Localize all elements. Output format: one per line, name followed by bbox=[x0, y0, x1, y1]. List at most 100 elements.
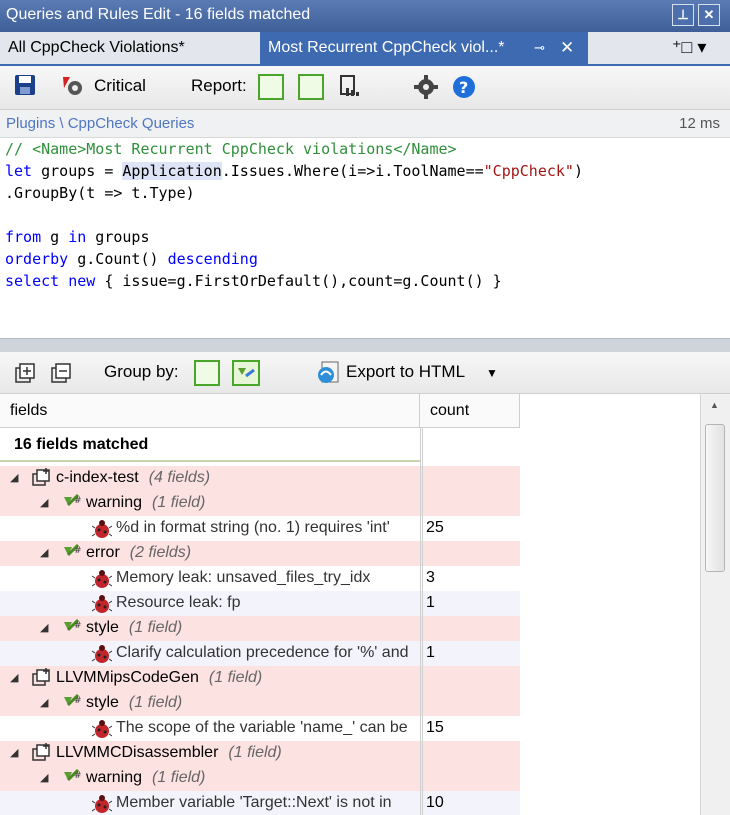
row-label: LLVMMCDisassembler (1 field) bbox=[56, 744, 282, 761]
tab-all-cppcheck-violations[interactable]: All CppCheck Violations* bbox=[0, 32, 258, 64]
tab-most-recurrent[interactable]: Most Recurrent CppCheck viol...* ⊸ ✕ bbox=[260, 32, 588, 64]
save-icon[interactable] bbox=[14, 74, 36, 101]
code-line: // <Name>Most Recurrent CppCheck violati… bbox=[5, 140, 457, 158]
code-line: orderby g.Count() descending bbox=[5, 250, 258, 268]
row-label: LLVMMipsCodeGen (1 field) bbox=[56, 669, 263, 686]
svg-text:#: # bbox=[74, 546, 82, 556]
chevron-down-icon[interactable]: ▼ bbox=[486, 366, 498, 380]
expander-icon[interactable]: ◢ bbox=[10, 471, 18, 484]
breadcrumb[interactable]: Plugins \ CppCheck Queries bbox=[6, 115, 194, 132]
group-by-icon[interactable] bbox=[232, 360, 260, 391]
report-icon[interactable] bbox=[258, 74, 284, 100]
expand-all-icon[interactable] bbox=[14, 362, 36, 389]
issue-row[interactable]: %d in format string (no. 1) requires 'in… bbox=[0, 516, 520, 541]
type-group-row[interactable]: ◢ # warning (1 field) bbox=[0, 491, 520, 516]
row-count: 1 bbox=[426, 594, 435, 611]
project-group-row[interactable]: ◢ LLVMMipsCodeGen (1 field) bbox=[0, 666, 520, 691]
expander-icon[interactable]: ◢ bbox=[40, 696, 48, 709]
matched-summary: 16 fields matched bbox=[0, 428, 420, 462]
project-icon bbox=[32, 668, 52, 691]
new-tab-icon[interactable]: ⁺□ ▾ bbox=[672, 37, 706, 58]
tab-label: Most Recurrent CppCheck viol...* bbox=[268, 39, 505, 56]
row-count: 1 bbox=[426, 644, 435, 661]
collapse-all-icon[interactable] bbox=[50, 362, 72, 389]
issue-row[interactable]: The scope of the variable 'name_' can be… bbox=[0, 716, 520, 741]
settings-icon[interactable] bbox=[414, 75, 438, 104]
project-icon bbox=[32, 468, 52, 491]
row-label: warning (1 field) bbox=[86, 769, 206, 786]
type-group-row[interactable]: ◢ # warning (1 field) bbox=[0, 766, 520, 791]
scroll-thumb[interactable] bbox=[705, 424, 725, 572]
issue-row[interactable]: Member variable 'Target::Next' is not in… bbox=[0, 791, 520, 815]
project-group-row[interactable]: ◢ c-index-test (4 fields) bbox=[0, 466, 520, 491]
query-editor[interactable]: // <Name>Most Recurrent CppCheck violati… bbox=[0, 138, 730, 338]
code-line: select new { issue=g.FirstOrDefault(),co… bbox=[5, 272, 502, 290]
issue-bug-icon bbox=[92, 794, 112, 815]
row-label: %d in format string (no. 1) requires 'in… bbox=[116, 519, 390, 536]
rule-type-icon: # bbox=[62, 768, 84, 791]
expander-icon[interactable]: ◢ bbox=[40, 546, 48, 559]
row-label: c-index-test (4 fields) bbox=[56, 469, 211, 486]
row-count: 15 bbox=[426, 719, 444, 736]
editor-results-splitter[interactable] bbox=[0, 338, 730, 352]
svg-text:#: # bbox=[74, 621, 82, 631]
window-title: Queries and Rules Edit - 16 fields match… bbox=[6, 6, 311, 23]
query-path-bar: Plugins \ CppCheck Queries 12 ms bbox=[0, 110, 730, 138]
issue-row[interactable]: Memory leak: unsaved_files_try_idx 3 bbox=[0, 566, 520, 591]
expander-icon[interactable]: ◢ bbox=[10, 746, 18, 759]
group-by-icon[interactable] bbox=[194, 360, 220, 386]
rule-type-icon: # bbox=[62, 618, 84, 641]
tab-label: All CppCheck Violations* bbox=[8, 39, 185, 56]
query-timing: 12 ms bbox=[679, 115, 720, 132]
issue-row[interactable]: Clarify calculation precedence for '%' a… bbox=[0, 641, 520, 666]
issue-row[interactable]: Resource leak: fp 1 bbox=[0, 591, 520, 616]
expander-icon[interactable]: ◢ bbox=[40, 496, 48, 509]
report-icon[interactable] bbox=[298, 74, 324, 100]
critical-rule-icon[interactable] bbox=[60, 74, 86, 105]
row-count: 25 bbox=[426, 519, 444, 536]
code-line: .GroupBy(t => t.Type) bbox=[5, 184, 195, 202]
row-label: Member variable 'Target::Next' is not in bbox=[116, 794, 392, 811]
expander-icon[interactable]: ◢ bbox=[40, 621, 48, 634]
row-label: Memory leak: unsaved_files_try_idx bbox=[116, 569, 371, 586]
critical-label[interactable]: Critical bbox=[94, 76, 146, 96]
export-html-icon[interactable] bbox=[316, 360, 342, 391]
rule-type-icon: # bbox=[62, 543, 84, 566]
row-label: Resource leak: fp bbox=[116, 594, 241, 611]
row-label: The scope of the variable 'name_' can be bbox=[116, 719, 408, 736]
project-group-row[interactable]: ◢ LLVMMCDisassembler (1 field) bbox=[0, 741, 520, 766]
vertical-scrollbar[interactable]: ▲ bbox=[700, 394, 730, 815]
expander-icon[interactable]: ◢ bbox=[40, 771, 48, 784]
expander-icon[interactable]: ◢ bbox=[10, 671, 18, 684]
svg-text:#: # bbox=[74, 496, 82, 506]
svg-text:#: # bbox=[74, 696, 82, 706]
row-count: 10 bbox=[426, 794, 444, 811]
type-group-row[interactable]: ◢ # style (1 field) bbox=[0, 691, 520, 716]
report-label: Report: bbox=[191, 76, 247, 95]
query-toolbar: Critical Report: ? bbox=[0, 66, 730, 110]
row-label: style (1 field) bbox=[86, 694, 183, 711]
column-header-fields[interactable]: fields bbox=[0, 394, 420, 428]
svg-text:#: # bbox=[74, 771, 82, 781]
pin-icon[interactable]: ⊥ bbox=[672, 4, 694, 26]
column-header-count[interactable]: count bbox=[420, 394, 520, 428]
title-bar: Queries and Rules Edit - 16 fields match… bbox=[0, 0, 730, 32]
row-label: Clarify calculation precedence for '%' a… bbox=[116, 644, 409, 661]
help-icon[interactable]: ? bbox=[452, 75, 476, 104]
export-html-button[interactable]: Export to HTML bbox=[346, 362, 465, 382]
type-group-row[interactable]: ◢ # error (2 fields) bbox=[0, 541, 520, 566]
row-label: style (1 field) bbox=[86, 619, 183, 636]
close-icon[interactable]: ✕ bbox=[698, 4, 720, 26]
close-icon[interactable]: ✕ bbox=[560, 32, 574, 64]
rule-type-icon: # bbox=[62, 693, 84, 716]
type-group-row[interactable]: ◢ # style (1 field) bbox=[0, 616, 520, 641]
rule-type-icon: # bbox=[62, 493, 84, 516]
scroll-up-icon[interactable]: ▲ bbox=[710, 400, 719, 410]
code-line: from g in groups bbox=[5, 228, 150, 246]
code-line: let groups = Application.Issues.Where(i=… bbox=[5, 162, 583, 180]
row-label: warning (1 field) bbox=[86, 494, 206, 511]
pin-icon[interactable]: ⊸ bbox=[534, 32, 545, 64]
report-icon[interactable] bbox=[338, 74, 362, 103]
svg-text:?: ? bbox=[459, 78, 468, 97]
row-count: 3 bbox=[426, 569, 435, 586]
